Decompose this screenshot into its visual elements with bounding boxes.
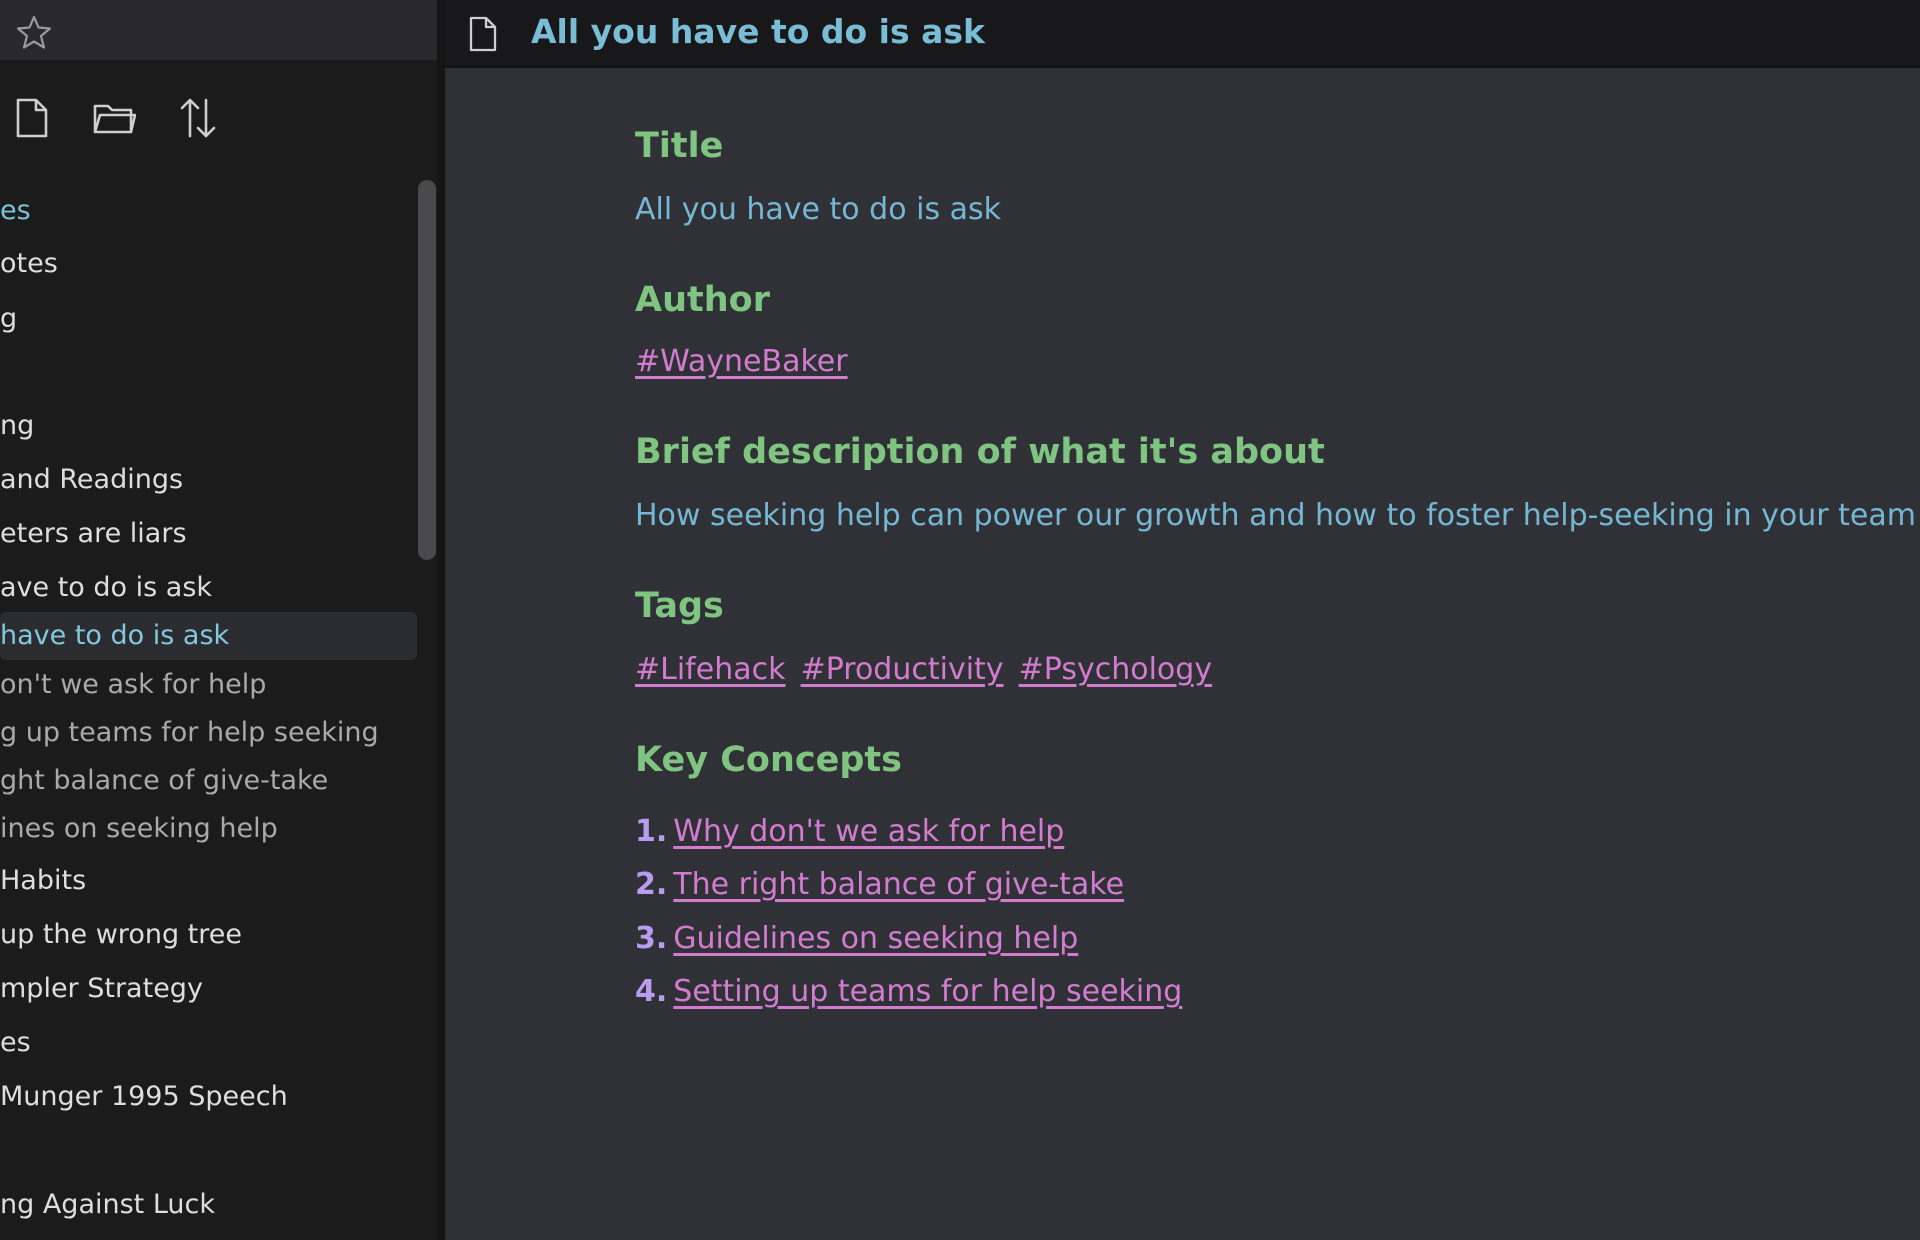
list-number: 1. [635, 814, 668, 849]
tree-item[interactable]: g [0, 298, 417, 340]
file-explorer-sidebar: es otes g ng and Readings eters are liar… [0, 0, 437, 1240]
list-number: 4. [635, 974, 668, 1009]
list-number: 3. [635, 921, 668, 956]
tree-item[interactable]: up the wrong tree [0, 914, 417, 956]
description-value: How seeking help can power our growth an… [635, 498, 1916, 533]
concept-list-item: 4. Setting up teams for help seeking [635, 974, 1182, 1009]
title-value: All you have to do is ask [635, 192, 1002, 227]
tree-item[interactable]: Munger 1995 Speech [0, 1076, 417, 1118]
concepts-heading: Key Concepts [635, 740, 902, 780]
author-tag-link[interactable]: #WayneBaker [635, 344, 848, 379]
title-heading: Title [635, 126, 724, 166]
note-editor: All you have to do is ask Title All you … [445, 0, 1920, 1240]
concept-link[interactable]: Guidelines on seeking help [673, 921, 1078, 956]
concept-list-item: 3. Guidelines on seeking help [635, 921, 1078, 956]
tag-link[interactable]: #Productivity [801, 652, 1004, 687]
tree-item[interactable]: ave to do is ask [0, 567, 417, 609]
star-icon[interactable] [16, 14, 52, 50]
tags-heading: Tags [635, 586, 724, 626]
tree-item[interactable]: es [0, 190, 417, 232]
tree-item-child[interactable]: ines on seeking help [0, 808, 417, 850]
sidebar-topbar [0, 0, 437, 60]
concept-link[interactable]: The right balance of give-take [673, 867, 1124, 902]
tree-item[interactable]: mpler Strategy [0, 968, 417, 1010]
concept-list-item: 2. The right balance of give-take [635, 867, 1124, 902]
tree-item[interactable]: es [0, 1022, 417, 1064]
list-number: 2. [635, 867, 668, 902]
pane-divider[interactable] [437, 0, 445, 1240]
tree-item-selected[interactable]: have to do is ask [0, 612, 417, 660]
new-note-icon[interactable] [10, 96, 54, 140]
concept-link[interactable]: Why don't we ask for help [673, 814, 1064, 849]
sort-icon[interactable] [176, 96, 220, 140]
author-row: #WayneBaker [635, 344, 858, 379]
description-heading: Brief description of what it's about [635, 432, 1325, 472]
tags-row: #Lifehack #Productivity #Psychology [635, 652, 1222, 687]
document-icon [469, 16, 497, 52]
sidebar-scrollbar[interactable] [418, 180, 436, 560]
tree-item-child[interactable]: on't we ask for help [0, 664, 417, 706]
tree-item[interactable]: Habits [0, 860, 417, 902]
tree-item[interactable]: eters are liars [0, 513, 417, 555]
new-folder-icon[interactable] [92, 96, 136, 140]
concept-link[interactable]: Setting up teams for help seeking [673, 974, 1182, 1009]
note-title[interactable]: All you have to do is ask [531, 12, 985, 51]
tree-item-child[interactable]: g up teams for help seeking [0, 712, 417, 754]
tag-link[interactable]: #Psychology [1019, 652, 1212, 687]
tree-item[interactable]: and Readings [0, 459, 417, 501]
tree-item[interactable]: otes [0, 243, 417, 285]
tree-item[interactable]: ng [0, 405, 417, 447]
note-header: All you have to do is ask [445, 0, 1920, 68]
author-heading: Author [635, 280, 770, 320]
concept-list-item: 1. Why don't we ask for help [635, 814, 1064, 849]
tree-item-child[interactable]: ght balance of give-take [0, 760, 417, 802]
tag-link[interactable]: #Lifehack [635, 652, 785, 687]
tree-item[interactable]: ng Against Luck [0, 1184, 417, 1226]
sidebar-toolbar [0, 60, 437, 180]
